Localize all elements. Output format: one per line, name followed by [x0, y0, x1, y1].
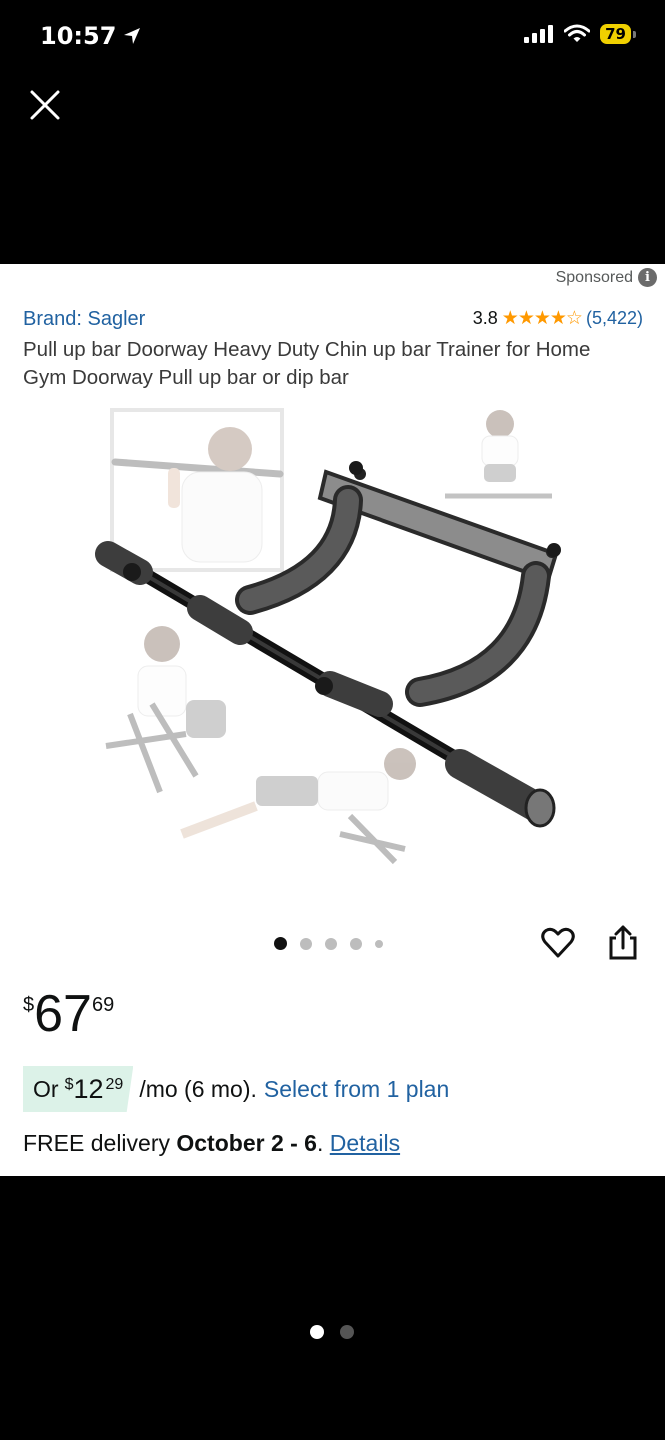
details-link[interactable]: Details [330, 1130, 400, 1156]
price-fraction: 69 [91, 994, 115, 1016]
page-dot[interactable] [310, 1325, 324, 1339]
heart-icon [541, 927, 575, 958]
product-card[interactable]: Sponsored i Brand: Sagler 3.8 ★★★★☆ (5,4… [0, 264, 665, 1176]
review-count[interactable]: (5,422) [586, 308, 643, 329]
product-title[interactable]: Pull up bar Doorway Heavy Duty Chin up b… [23, 336, 633, 392]
page-indicator[interactable] [310, 1325, 354, 1339]
close-icon [30, 90, 60, 120]
carousel-dot[interactable] [375, 939, 383, 948]
rating-row[interactable]: 3.8 ★★★★☆ (5,422) [473, 307, 643, 329]
installment-or: Or [33, 1075, 59, 1102]
signal-icon [524, 25, 554, 43]
brand-link[interactable]: Brand: Sagler [23, 308, 145, 331]
page-dot[interactable] [340, 1325, 354, 1339]
delivery-info: FREE delivery October 2 - 6. Details [23, 1130, 400, 1157]
time-text: 10:57 [40, 22, 117, 50]
status-time: 10:57 [40, 22, 142, 50]
share-icon [609, 925, 637, 960]
carousel-dot[interactable] [300, 937, 312, 950]
location-arrow-icon [124, 28, 141, 44]
image-carousel-dots[interactable] [274, 937, 383, 950]
close-button[interactable] [26, 86, 64, 124]
product-image[interactable] [90, 404, 580, 884]
price-symbol: $ [23, 994, 35, 1016]
delivery-dates: October 2 - 6 [176, 1130, 317, 1156]
status-bar: 10:57 79 [0, 0, 665, 70]
installment-symbol: $ [64, 1076, 74, 1093]
sponsored-label[interactable]: Sponsored i [556, 268, 657, 287]
carousel-dot[interactable] [350, 937, 362, 950]
carousel-dot[interactable] [325, 937, 337, 950]
sponsored-text: Sponsored [555, 268, 633, 286]
add-to-wishlist-button[interactable] [541, 926, 575, 960]
delivery-suffix: . [316, 1130, 324, 1156]
info-icon[interactable]: i [638, 268, 657, 287]
price: $ 67 69 [23, 986, 114, 1042]
price-whole: 67 [34, 985, 92, 1043]
star-rating-icon: ★★★★☆ [501, 307, 583, 329]
select-plan-link[interactable]: Select from 1 plan [264, 1076, 449, 1103]
rating-value: 3.8 [472, 307, 498, 328]
installment-fraction: 29 [105, 1076, 124, 1093]
share-button[interactable] [607, 924, 639, 962]
pull-up-bar-image [95, 408, 561, 865]
installment-whole: 12 [73, 1073, 104, 1104]
wifi-icon [564, 24, 591, 42]
status-icons: 79 [524, 24, 636, 44]
battery-indicator: 79 [600, 24, 636, 44]
installment-terms: /mo (6 mo). [139, 1075, 257, 1102]
installment-row: Or $ 12 29 /mo (6 mo). Select from 1 pla… [23, 1066, 449, 1112]
installment-badge: Or $ 12 29 [23, 1066, 134, 1112]
carousel-dot[interactable] [274, 937, 287, 950]
delivery-prefix: FREE delivery [23, 1130, 170, 1156]
